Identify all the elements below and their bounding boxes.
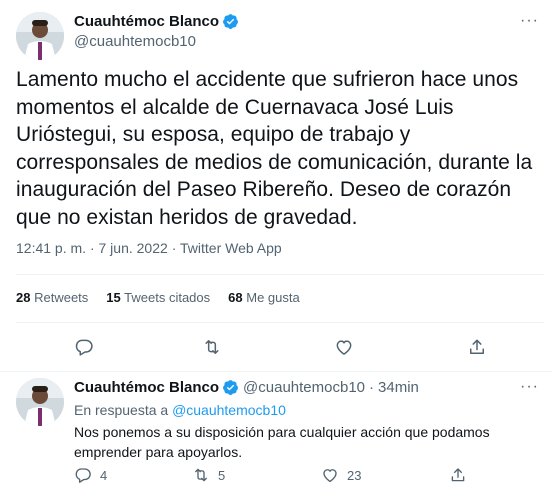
tweet-text-line: inauguración del Paseo Ribereño. Deseo d… bbox=[16, 178, 512, 201]
likes-stat[interactable]: 68 Me gusta bbox=[228, 290, 300, 305]
tweet-date[interactable]: 7 jun. 2022 bbox=[99, 240, 168, 256]
reply-text-line: emprender para apoyarlos. bbox=[74, 444, 243, 460]
likes-count: 68 bbox=[228, 290, 243, 305]
reply-actions: 4 5 23 bbox=[74, 466, 494, 486]
tweet-text-line: Urióstegui, su esposa, equipo de trabajo… bbox=[16, 123, 411, 146]
like-icon bbox=[336, 340, 352, 355]
likes-label: Me gusta bbox=[246, 290, 300, 305]
reply-separator: · bbox=[369, 379, 375, 396]
tweet-text: Lamento mucho el accidente que sufrieron… bbox=[16, 66, 544, 231]
like-icon bbox=[323, 469, 337, 483]
main-tweet: Cuauhtémoc Blanco @cuauhtemocb10 ··· Lam… bbox=[0, 0, 552, 372]
tweet-meta: 12:41 p. m. · 7 jun. 2022 · Twitter Web … bbox=[16, 240, 282, 256]
reply-to-handle-link[interactable]: @cuauhtemocb10 bbox=[172, 402, 286, 418]
retweet-icon bbox=[205, 340, 219, 354]
verified-badge-icon bbox=[222, 13, 239, 30]
author-display-name[interactable]: Cuauhtémoc Blanco bbox=[74, 13, 219, 30]
verified-badge-icon bbox=[222, 379, 239, 396]
retweet-icon bbox=[195, 468, 207, 482]
reply-author-row: Cuauhtémoc Blanco @cuauhtemocb10 · 34min bbox=[74, 379, 419, 396]
reply-reply-button[interactable]: 4 bbox=[74, 466, 107, 484]
reply-time-ago[interactable]: 34min bbox=[378, 379, 419, 396]
reply-like-button[interactable]: 23 bbox=[321, 466, 361, 484]
reply-retweet-button[interactable]: 5 bbox=[192, 466, 225, 484]
quotes-label: Tweets citados bbox=[124, 290, 211, 305]
author-handle-row: @cuauhtemocb10 bbox=[74, 33, 196, 50]
reply-to-prefix: En respuesta a bbox=[74, 402, 169, 418]
author-handle[interactable]: @cuauhtemocb10 bbox=[74, 33, 196, 50]
tweet-actions bbox=[16, 336, 544, 358]
share-icon bbox=[470, 339, 484, 354]
tweet-stats: 28 Retweets 15 Tweets citados 68 Me gust… bbox=[16, 290, 300, 305]
author-name-row: Cuauhtémoc Blanco bbox=[74, 13, 239, 30]
quotes-stat[interactable]: 15 Tweets citados bbox=[106, 290, 210, 305]
tweet-text-line: corresponsales de medios de comunicación… bbox=[16, 150, 533, 174]
quotes-count: 15 bbox=[106, 290, 121, 305]
reply-context: En respuesta a @cuauhtemocb10 bbox=[74, 402, 286, 418]
tweet-source[interactable]: Twitter Web App bbox=[180, 240, 282, 256]
reply-icon bbox=[75, 339, 93, 356]
retweets-label: Retweets bbox=[34, 290, 89, 305]
tweet-time[interactable]: 12:41 p. m. bbox=[16, 240, 86, 256]
divider bbox=[16, 322, 544, 323]
avatar[interactable] bbox=[16, 378, 64, 426]
tweet-text-line: que no existan heridos de gravedad. bbox=[16, 205, 358, 229]
meta-separator: · bbox=[89, 240, 95, 256]
more-icon[interactable]: ··· bbox=[520, 12, 539, 30]
reply-icon bbox=[75, 468, 91, 483]
meta-separator: · bbox=[171, 240, 177, 256]
like-button[interactable] bbox=[334, 336, 356, 358]
share-icon bbox=[451, 468, 465, 482]
reply-share-button[interactable] bbox=[449, 466, 467, 484]
reply-text-line: Nos ponemos a su disposición para cualqu… bbox=[74, 424, 490, 440]
reply-author-display-name[interactable]: Cuauhtémoc Blanco bbox=[74, 379, 219, 396]
tweet-text-line: momentos el alcalde de Cuernavaca José L… bbox=[16, 95, 454, 119]
reply-text: Nos ponemos a su disposición para cualqu… bbox=[74, 422, 534, 462]
reply-button[interactable] bbox=[74, 336, 96, 358]
tweet-text-line: Lamento mucho el accidente que sufrieron… bbox=[16, 68, 519, 91]
retweet-button[interactable] bbox=[202, 336, 224, 358]
retweets-count: 28 bbox=[16, 290, 31, 305]
share-button[interactable] bbox=[467, 336, 489, 358]
retweet-count: 5 bbox=[218, 467, 226, 483]
divider bbox=[16, 274, 544, 275]
more-icon[interactable]: ··· bbox=[520, 378, 539, 396]
retweets-stat[interactable]: 28 Retweets bbox=[16, 290, 88, 305]
reply-author-handle[interactable]: @cuauhtemocb10 bbox=[243, 379, 365, 396]
reply-count: 4 bbox=[100, 467, 108, 483]
like-count: 23 bbox=[347, 467, 362, 483]
avatar[interactable] bbox=[16, 12, 64, 60]
